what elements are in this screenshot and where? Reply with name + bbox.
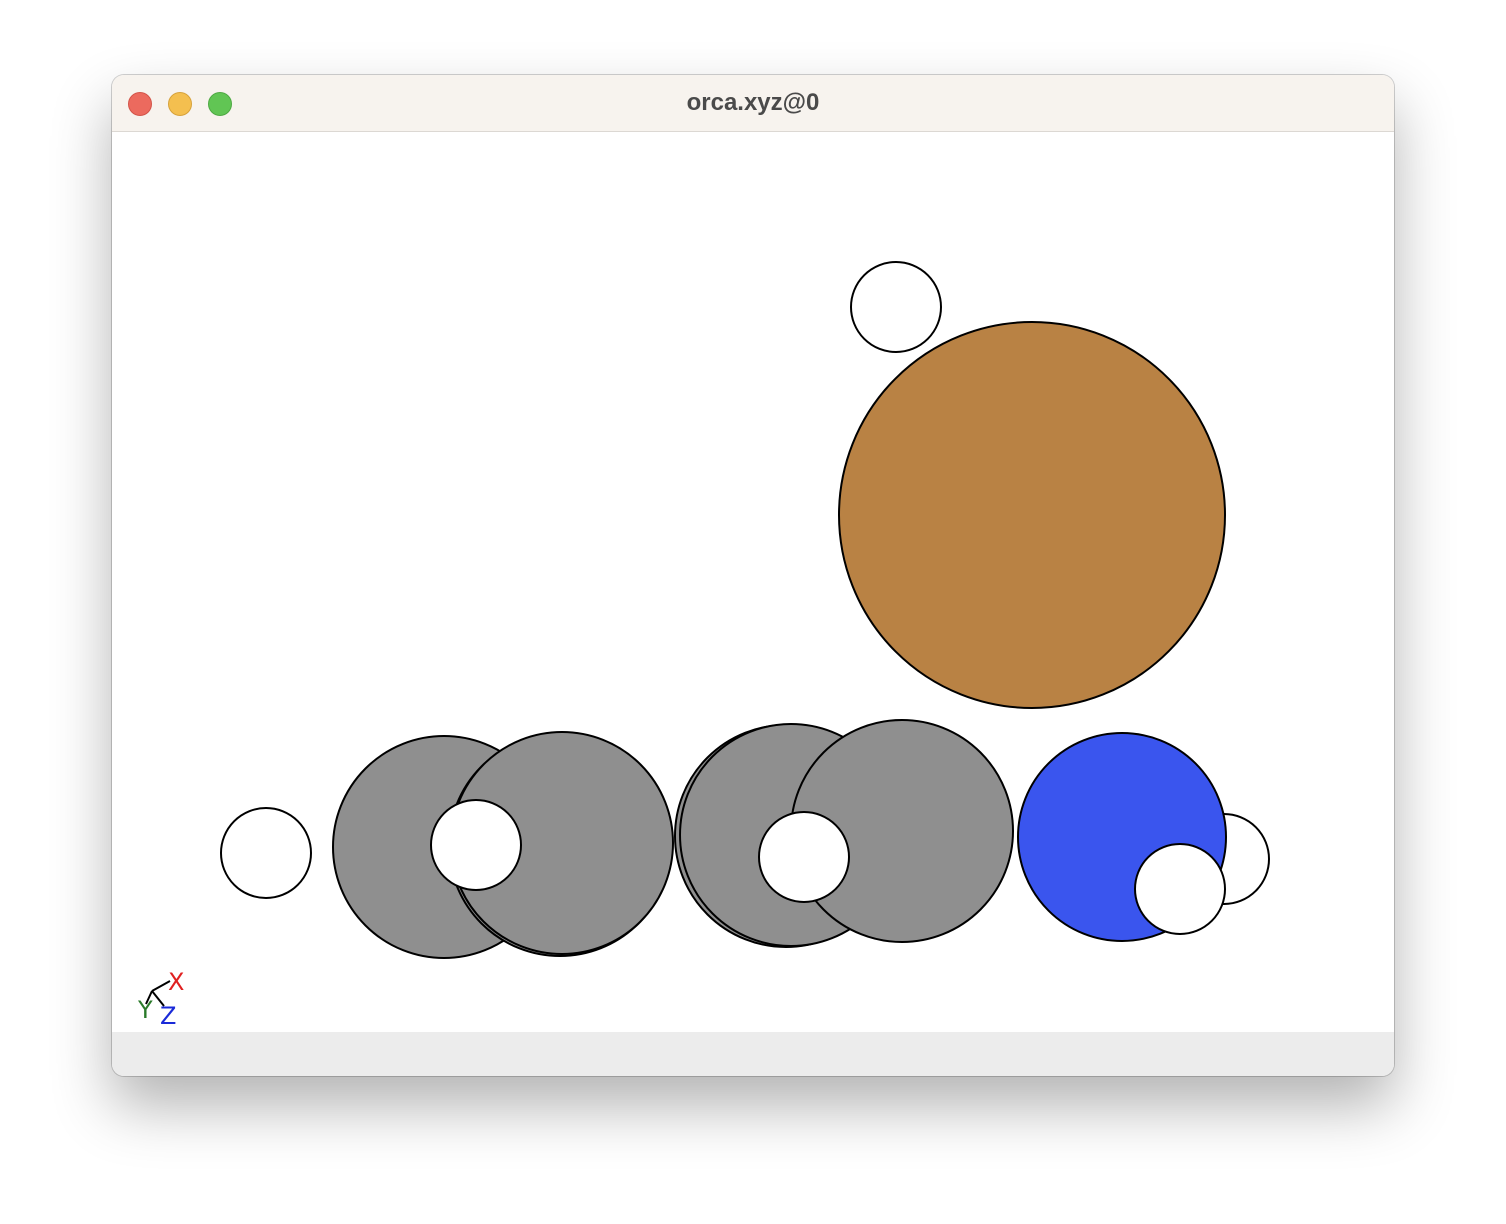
atom-hydrogen[interactable] bbox=[220, 807, 312, 899]
atom-hydrogen[interactable] bbox=[430, 799, 522, 891]
atom-hydrogen[interactable] bbox=[758, 811, 850, 903]
axis-x-label: X bbox=[168, 968, 184, 996]
status-bar bbox=[112, 1032, 1394, 1076]
title-bar: orca.xyz@0 bbox=[112, 75, 1394, 132]
window-title: orca.xyz@0 bbox=[686, 89, 820, 116]
molecule-viewport[interactable]: X Y Z bbox=[112, 132, 1394, 1032]
orientation-axes: X Y Z bbox=[137, 968, 184, 1030]
atom-bromine[interactable] bbox=[838, 321, 1226, 709]
atom-hydrogen[interactable] bbox=[1134, 843, 1226, 935]
atom-hydrogen[interactable] bbox=[850, 261, 942, 353]
molecule-canvas[interactable]: X Y Z bbox=[112, 132, 1394, 1032]
app-window: orca.xyz@0 X Y Z bbox=[112, 75, 1394, 1076]
axis-z-label: Z bbox=[160, 1002, 176, 1030]
axis-y-label: Y bbox=[137, 996, 153, 1024]
